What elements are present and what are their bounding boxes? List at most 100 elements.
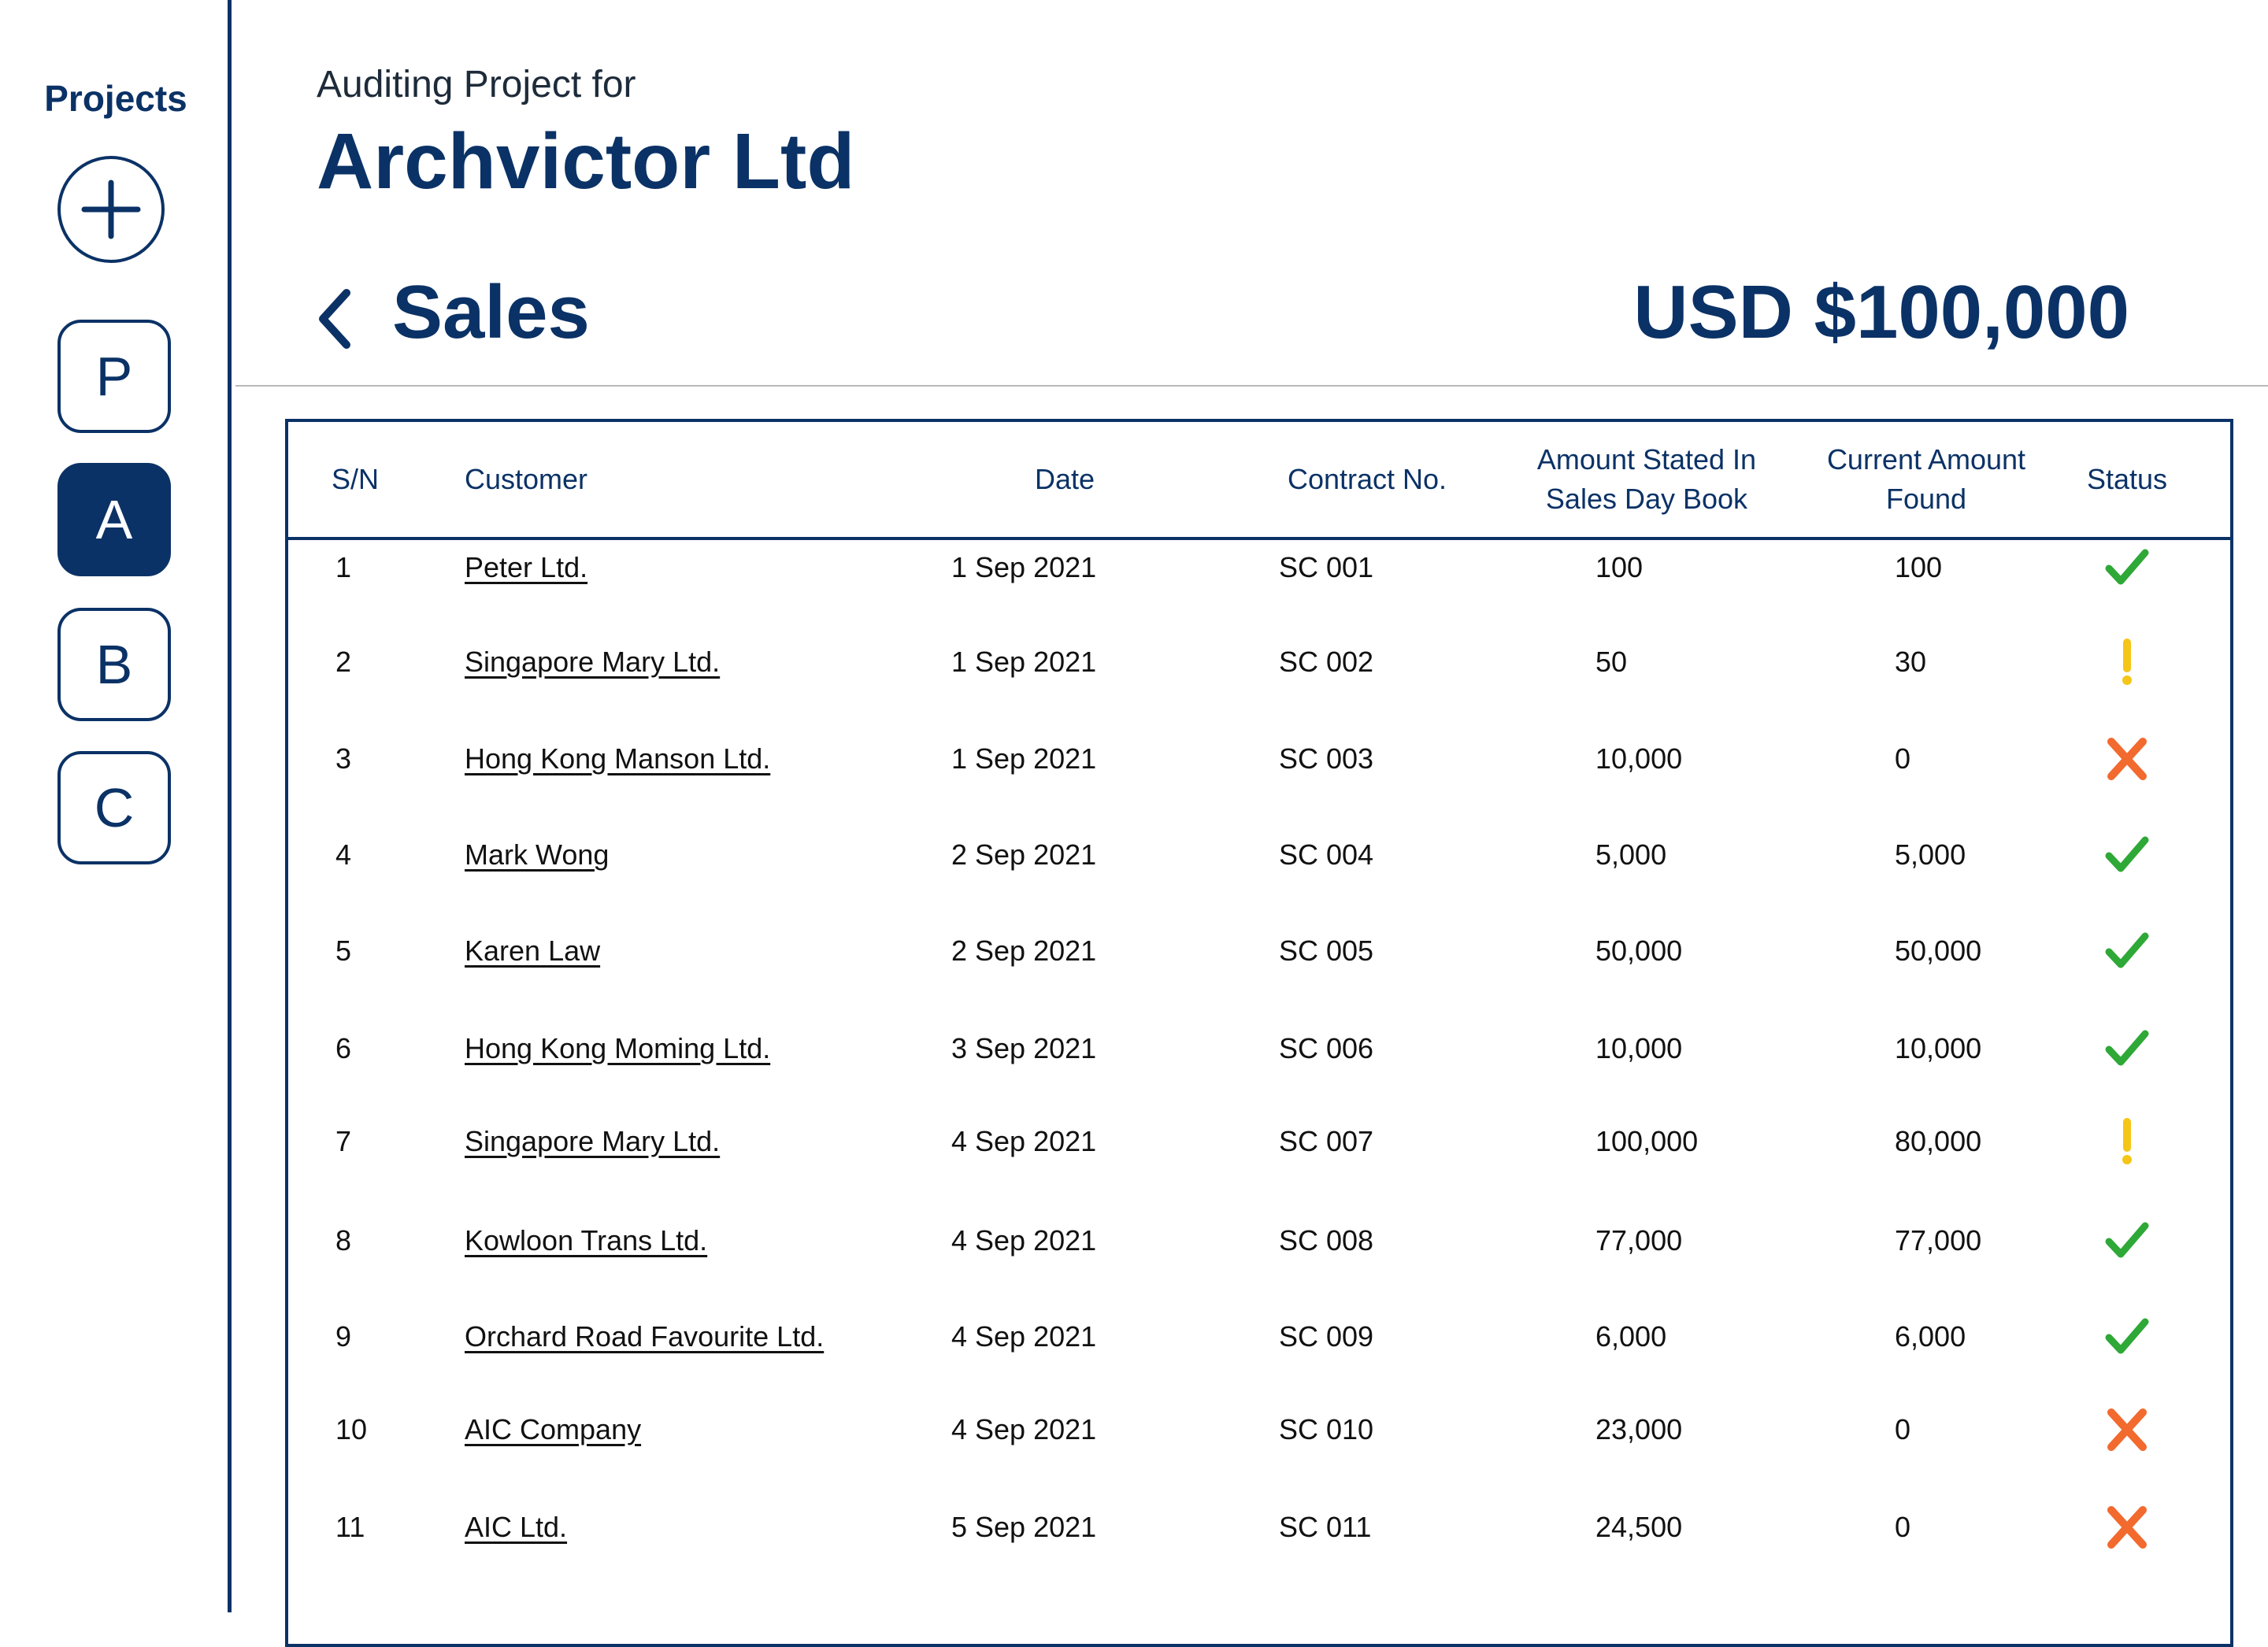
cell-current-amount: 10,000 — [1895, 1032, 1982, 1064]
cross-icon — [2107, 1408, 2148, 1452]
cell-contract-no: SC 004 — [1279, 838, 1374, 871]
cell-sn: 6 — [335, 1032, 352, 1064]
cell-current-amount: 77,000 — [1895, 1224, 1982, 1257]
cell-amount-stated: 6,000 — [1595, 1320, 1667, 1353]
cell-date: 5 Sep 2021 — [951, 1511, 1097, 1543]
cell-status — [2052, 1094, 2202, 1190]
cell-amount-stated: 10,000 — [1595, 742, 1683, 775]
table-row: 3 Hong Kong Manson Ltd. 1 Sep 2021 SC 003 10… — [288, 711, 2230, 807]
cell-status — [2052, 1001, 2202, 1097]
table-row: 5 Karen Law 2 Sep 2021 SC 005 50,000 50,000 — [288, 903, 2230, 999]
cell-customer[interactable]: Mark Wong — [465, 807, 609, 903]
cross-icon — [2107, 737, 2148, 781]
cell-amount-stated: 50,000 — [1595, 935, 1683, 967]
cell-contract-no: SC 006 — [1279, 1032, 1374, 1064]
header-divider — [235, 385, 2268, 387]
project-button-a[interactable]: A — [57, 463, 171, 576]
check-icon — [2105, 931, 2149, 971]
cell-date: 2 Sep 2021 — [951, 935, 1097, 967]
cell-status — [2052, 903, 2202, 999]
table-row: 2 Singapore Mary Ltd. 1 Sep 2021 SC 002 50 30 — [288, 614, 2230, 710]
cell-sn: 2 — [335, 646, 352, 678]
cell-current-amount: 80,000 — [1895, 1125, 1982, 1157]
cell-amount-stated: 24,500 — [1595, 1511, 1683, 1543]
exclamation-icon — [2119, 1118, 2135, 1165]
cell-contract-no: SC 007 — [1279, 1125, 1374, 1157]
cell-contract-no: SC 001 — [1279, 551, 1374, 583]
sidebar-title: Projects — [44, 78, 187, 119]
section-title: Sales — [392, 270, 590, 354]
total-amount: USD $100,000 — [1633, 270, 2129, 354]
cell-amount-stated: 5,000 — [1595, 838, 1667, 871]
cell-sn: 8 — [335, 1224, 352, 1257]
cell-customer[interactable]: AIC Company — [465, 1382, 641, 1478]
sales-table: S/N Customer Date Contract No. Amount Stated… — [285, 419, 2233, 1647]
table-row: 9 Orchard Road Favourite Ltd. 4 Sep 2021 SC… — [288, 1289, 2230, 1385]
check-icon — [2105, 1221, 2149, 1260]
cell-customer[interactable]: Singapore Mary Ltd. — [465, 614, 720, 710]
cell-status — [2052, 711, 2202, 807]
cell-date: 1 Sep 2021 — [951, 742, 1097, 775]
cell-current-amount: 0 — [1895, 742, 1911, 775]
cell-contract-no: SC 009 — [1279, 1320, 1374, 1353]
back-button[interactable] — [312, 283, 359, 354]
cell-customer[interactable]: Peter Ltd. — [465, 520, 587, 616]
cell-customer[interactable]: Kowloon Trans Ltd. — [465, 1193, 707, 1289]
chevron-left-icon — [319, 289, 350, 349]
cell-date: 4 Sep 2021 — [951, 1224, 1097, 1257]
cell-amount-stated: 100,000 — [1595, 1125, 1699, 1157]
cell-customer[interactable]: Hong Kong Manson Ltd. — [465, 711, 770, 807]
table-row: 7 Singapore Mary Ltd. 4 Sep 2021 SC 007 100,… — [288, 1094, 2230, 1190]
cell-customer[interactable]: Orchard Road Favourite Ltd. — [465, 1289, 824, 1385]
cell-current-amount: 50,000 — [1895, 935, 1982, 967]
cell-contract-no: SC 005 — [1279, 935, 1374, 967]
cell-current-amount: 0 — [1895, 1413, 1911, 1445]
cell-sn: 9 — [335, 1320, 352, 1353]
table-row: 4 Mark Wong 2 Sep 2021 SC 004 5,000 5,000 — [288, 807, 2230, 903]
cell-status — [2052, 520, 2202, 616]
cell-contract-no: SC 002 — [1279, 646, 1374, 678]
cell-contract-no: SC 011 — [1279, 1511, 1372, 1543]
table-row: 1 Peter Ltd. 1 Sep 2021 SC 001 100 100 — [288, 520, 2230, 616]
project-button-c[interactable]: C — [57, 751, 171, 864]
cell-amount-stated: 50 — [1595, 646, 1628, 678]
cell-status — [2052, 614, 2202, 710]
cell-status — [2052, 1193, 2202, 1289]
cell-sn: 10 — [335, 1413, 368, 1445]
cell-amount-stated: 100 — [1595, 551, 1644, 583]
check-icon — [2105, 835, 2149, 875]
cross-icon — [2107, 1505, 2148, 1549]
cell-sn: 4 — [335, 838, 352, 871]
cell-date: 1 Sep 2021 — [951, 551, 1097, 583]
cell-contract-no: SC 010 — [1279, 1413, 1374, 1445]
cell-current-amount: 5,000 — [1895, 838, 1966, 871]
cell-sn: 7 — [335, 1125, 352, 1157]
cell-date: 4 Sep 2021 — [951, 1413, 1097, 1445]
cell-sn: 1 — [335, 551, 352, 583]
table-row: 8 Kowloon Trans Ltd. 4 Sep 2021 SC 008 77,00… — [288, 1193, 2230, 1289]
cell-customer[interactable]: AIC Ltd. — [465, 1479, 567, 1575]
cell-date: 2 Sep 2021 — [951, 838, 1097, 871]
cell-amount-stated: 10,000 — [1595, 1032, 1683, 1064]
cell-date: 3 Sep 2021 — [951, 1032, 1097, 1064]
check-icon — [2105, 1029, 2149, 1068]
cell-date: 4 Sep 2021 — [951, 1125, 1097, 1157]
cell-customer[interactable]: Singapore Mary Ltd. — [465, 1094, 720, 1190]
cell-amount-stated: 77,000 — [1595, 1224, 1683, 1257]
project-button-b[interactable]: B — [57, 608, 171, 721]
cell-contract-no: SC 003 — [1279, 742, 1374, 775]
cell-sn: 5 — [335, 935, 352, 967]
sidebar: Projects PABC — [0, 0, 232, 1612]
cell-status — [2052, 807, 2202, 903]
cell-customer[interactable]: Karen Law — [465, 903, 600, 999]
table-row: 10 AIC Company 4 Sep 2021 SC 010 23,000 0 — [288, 1382, 2230, 1478]
project-button-p[interactable]: P — [57, 320, 171, 433]
add-project-button[interactable] — [57, 156, 165, 263]
table-row: 11 AIC Ltd. 5 Sep 2021 SC 011 24,500 0 — [288, 1479, 2230, 1575]
exclamation-icon — [2119, 638, 2135, 686]
check-icon — [2105, 548, 2149, 587]
cell-current-amount: 100 — [1895, 551, 1943, 583]
cell-sn: 11 — [335, 1511, 365, 1543]
cell-customer[interactable]: Hong Kong Moming Ltd. — [465, 1001, 770, 1097]
cell-amount-stated: 23,000 — [1595, 1413, 1683, 1445]
